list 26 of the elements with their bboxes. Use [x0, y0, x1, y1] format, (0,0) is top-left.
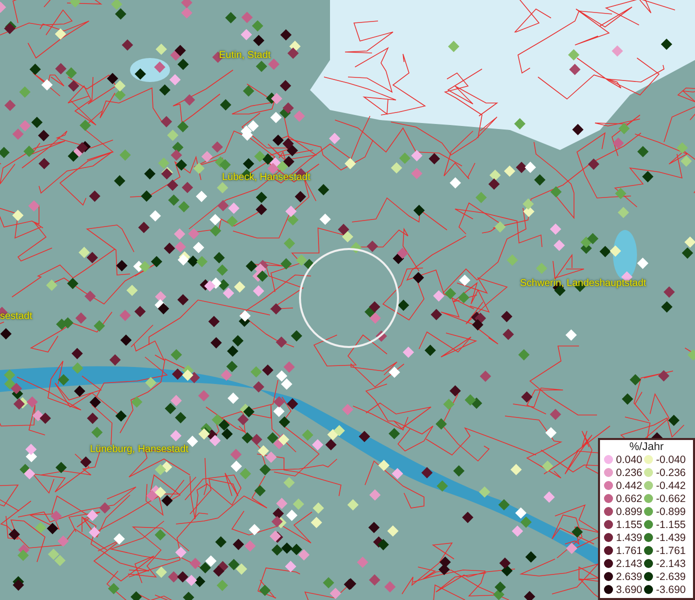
- legend-label: -2.639: [656, 570, 686, 582]
- legend-label: -3.690: [656, 584, 686, 596]
- legend-label: -1.761: [656, 544, 686, 556]
- legend-label: -1.155: [656, 518, 686, 530]
- legend-label: -0.442: [656, 480, 686, 492]
- legend-label: 0.040: [616, 454, 642, 466]
- legend-label: -0.040: [656, 454, 686, 466]
- legend-title: %/Jahr: [628, 441, 665, 453]
- legend-label: -0.236: [656, 466, 686, 478]
- legend-label: 1.439: [616, 532, 642, 544]
- map-drawing[interactable]: [0, 0, 695, 600]
- legend-label: 2.639: [616, 570, 642, 582]
- legend-label: 1.155: [616, 518, 642, 530]
- legend-label: 1.761: [616, 544, 642, 556]
- legend-label: 0.442: [616, 480, 642, 492]
- legend-label: -1.439: [656, 532, 686, 544]
- selection-circle[interactable]: [299, 248, 399, 348]
- place-label: sestadt: [0, 311, 32, 322]
- legend-label: 3.690: [616, 584, 642, 596]
- legend-label: 0.236: [616, 466, 642, 478]
- legend-label: 0.899: [616, 506, 642, 518]
- legend-label: 0.662: [616, 492, 642, 504]
- legend-label: -2.143: [656, 558, 686, 570]
- legend-label: -0.899: [656, 506, 686, 518]
- legend-label: -0.662: [656, 492, 686, 504]
- legend-label: 2.143: [616, 558, 642, 570]
